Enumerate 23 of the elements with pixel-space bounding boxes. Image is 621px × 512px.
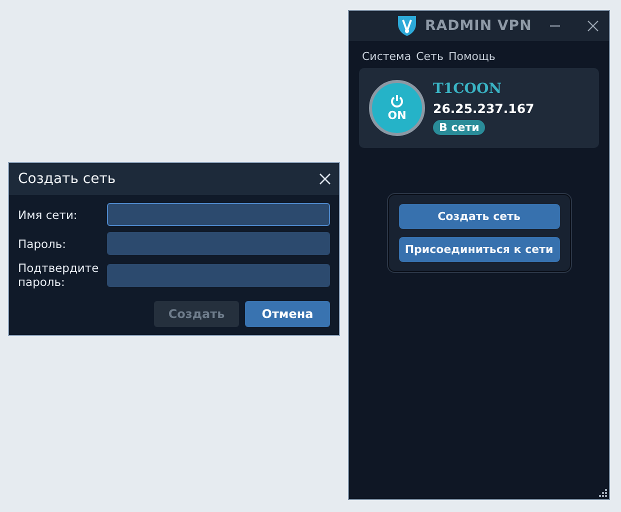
menu-item[interactable]: Помощь [448,50,496,63]
field-label: Пароль: [18,236,68,250]
input-field[interactable] [107,264,330,286]
field-label: Имя сети: [18,208,78,222]
user-name: T1COON [433,81,502,97]
menu-item[interactable]: Система [362,50,412,63]
create-network-button[interactable]: Создать сеть [398,204,560,229]
ip-address: 26.25.237.167 [433,101,534,116]
field-label: Подтвердите пароль: [18,261,100,289]
cancel-button[interactable]: Отмена [245,301,330,327]
resize-grip-icon[interactable] [599,489,607,497]
shield-logo-icon [395,14,419,38]
dialog-title: Создать сеть [18,171,116,187]
app-logo: RADMIN VPN [425,18,533,34]
power-label: ON [388,109,406,122]
status-badge: В сети [433,120,486,135]
menu-item[interactable]: Сеть [416,50,444,63]
close-icon[interactable] [587,20,599,32]
power-button[interactable]: ON [369,80,425,136]
join-network-button[interactable]: Присоединиться к сети [398,237,560,262]
power-icon [390,94,404,108]
input-field[interactable] [107,203,330,226]
input-field[interactable] [107,232,330,255]
